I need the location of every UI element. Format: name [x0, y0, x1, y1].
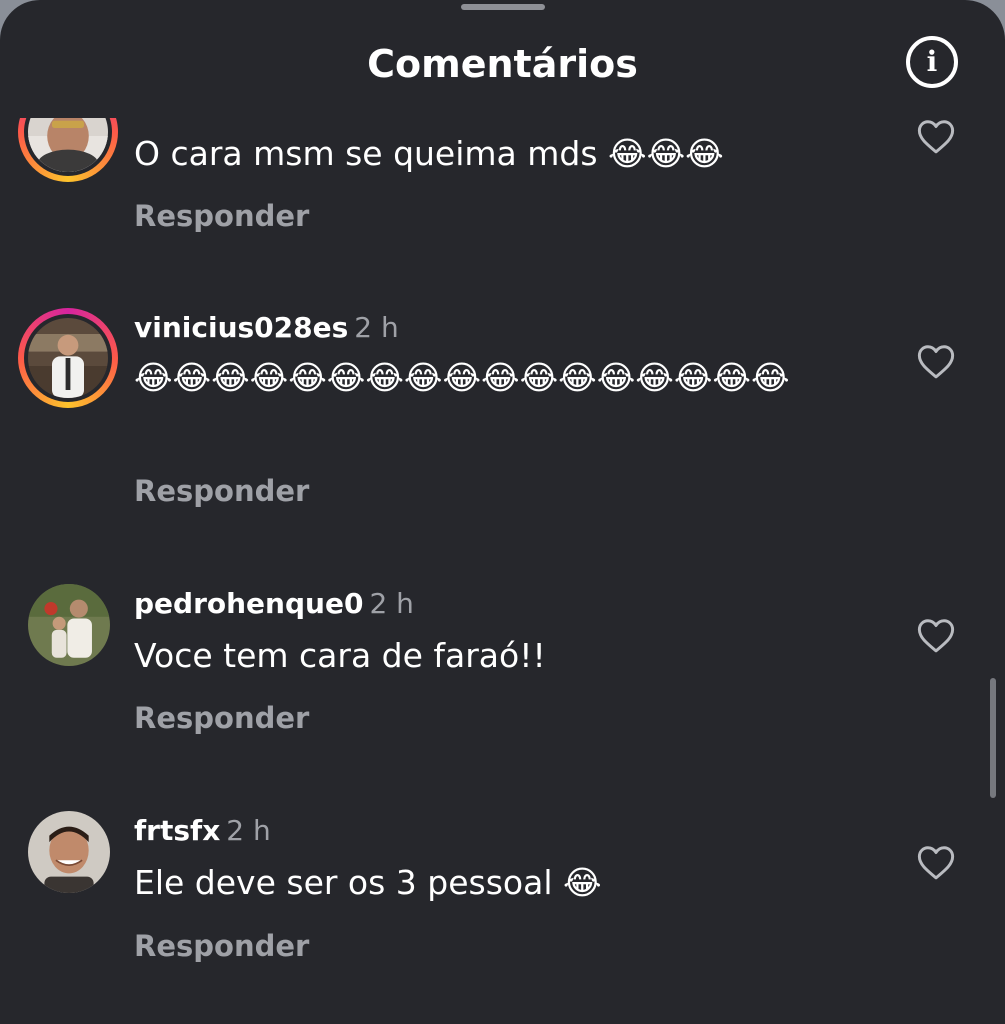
comment-item: O cara msm se queima mds 😂😂😂 Responder: [0, 118, 990, 248]
comment-text: O cara msm se queima mds 😂😂😂: [134, 134, 724, 173]
comment-meta: vinicius028es 2 h: [134, 310, 399, 346]
heart-outline-icon[interactable]: [915, 615, 957, 657]
heart-outline-icon[interactable]: [915, 118, 957, 158]
username[interactable]: frtsfx: [134, 814, 220, 847]
avatar[interactable]: [18, 118, 118, 182]
avatar[interactable]: [18, 308, 118, 408]
scrollbar[interactable]: [990, 678, 996, 798]
comment-meta: pedrohenque0 2 h: [134, 586, 414, 622]
heart-outline-icon[interactable]: [915, 341, 957, 383]
comment-item: pedrohenque0 2 h Voce tem cara de faraó!!…: [0, 584, 990, 744]
heart-outline-icon[interactable]: [915, 842, 957, 884]
timestamp: 2 h: [226, 814, 271, 847]
avatar[interactable]: [28, 811, 110, 893]
reply-button[interactable]: Responder: [134, 700, 309, 736]
reply-button[interactable]: Responder: [134, 928, 309, 964]
comment-item: frtsfx 2 h Ele deve ser os 3 pessoal 😂 Re…: [0, 811, 990, 971]
header: Comentários i: [0, 0, 1005, 118]
comment-text: Voce tem cara de faraó!!: [134, 636, 546, 675]
timestamp: 2 h: [354, 311, 399, 344]
username[interactable]: vinicius028es: [134, 311, 348, 344]
avatar[interactable]: [28, 584, 110, 666]
comment-text: Ele deve ser os 3 pessoal 😂: [134, 863, 602, 902]
username[interactable]: pedrohenque0: [134, 587, 363, 620]
comment-meta: frtsfx 2 h: [134, 813, 271, 849]
reply-button[interactable]: Responder: [134, 198, 309, 234]
comments-sheet: Comentários i O cara msm se queima mds 😂…: [0, 0, 1005, 1024]
page-title: Comentários: [367, 42, 638, 86]
reply-button[interactable]: Responder: [134, 473, 309, 509]
comment-text: 😂😂😂😂😂😂😂😂😂😂😂😂😂😂😂😂😂: [134, 358, 790, 397]
comment-list[interactable]: O cara msm se queima mds 😂😂😂 Responder v…: [0, 118, 1005, 1024]
timestamp: 2 h: [369, 587, 414, 620]
comment-item: vinicius028es 2 h 😂😂😂😂😂😂😂😂😂😂😂😂😂😂😂😂😂 Respo…: [0, 308, 990, 518]
info-icon[interactable]: i: [906, 36, 958, 88]
